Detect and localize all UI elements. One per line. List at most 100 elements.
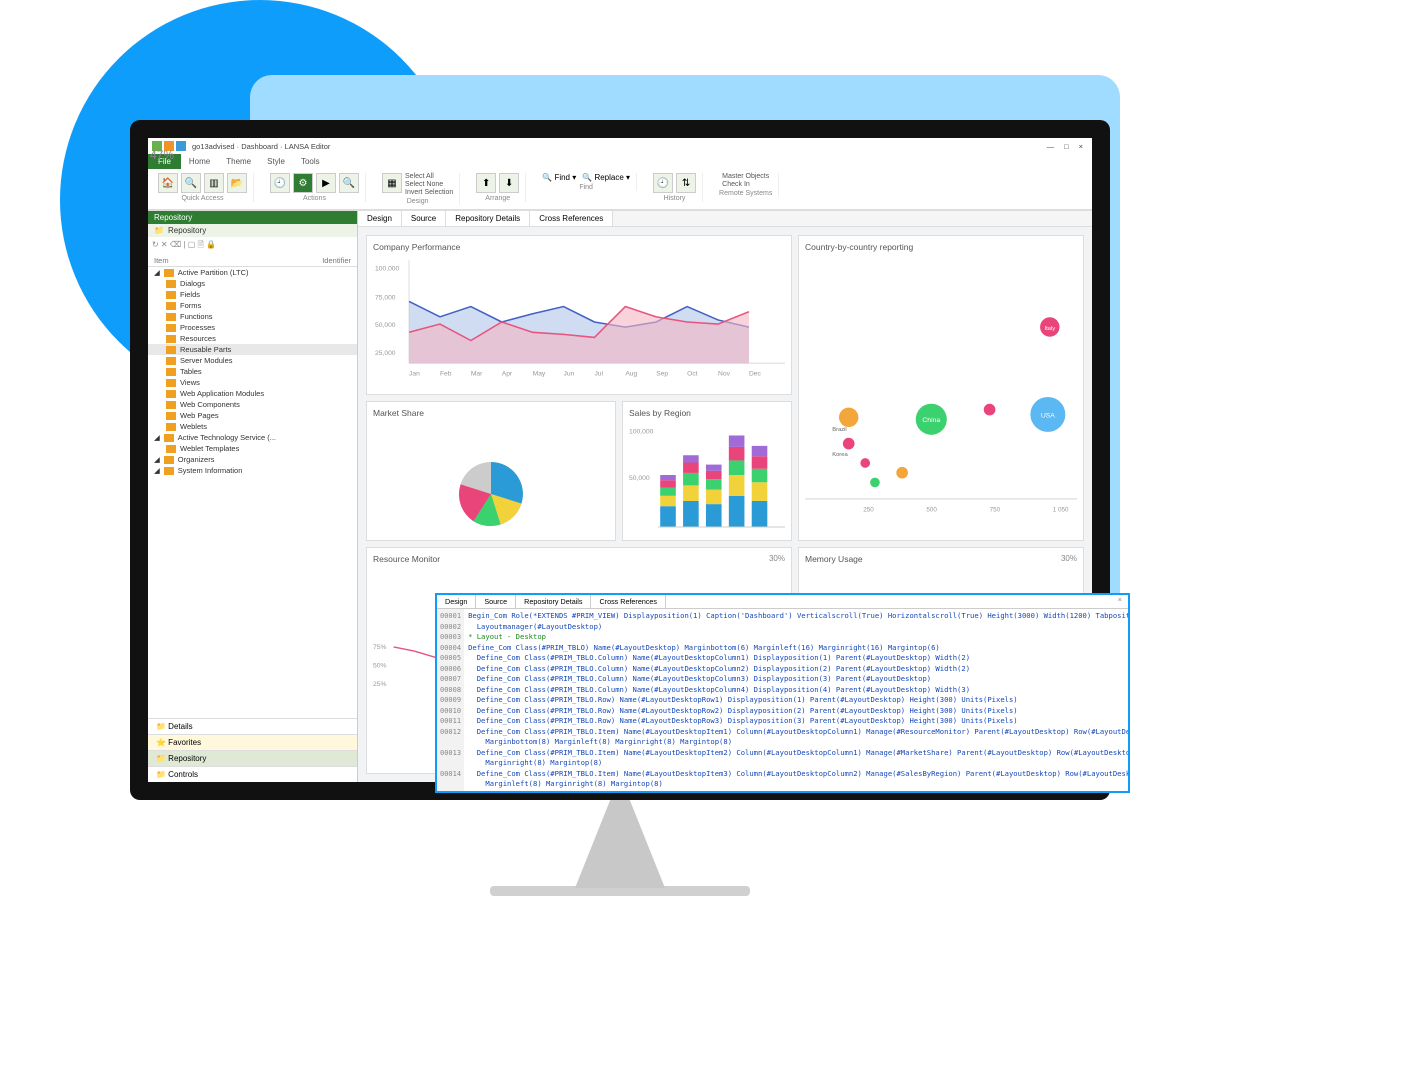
window-title: go13advised · Dashboard · LANSA Editor bbox=[192, 142, 330, 151]
sidebar-tab-controls[interactable]: 📁 Controls bbox=[148, 766, 357, 782]
replace-button[interactable]: 🔍 Replace ▾ bbox=[582, 173, 630, 182]
card-market-share[interactable]: Market Share 47% bbox=[366, 401, 616, 541]
backward-icon[interactable]: ⬇ bbox=[499, 173, 519, 193]
tree-node[interactable]: Weblets bbox=[148, 421, 357, 432]
source-code-popup[interactable]: DesignSourceRepository DetailsCross Refe… bbox=[435, 593, 1130, 793]
svg-text:Jul: Jul bbox=[594, 371, 603, 378]
tree-node[interactable]: Functions bbox=[148, 311, 357, 322]
source-tab-cross-references[interactable]: Cross References bbox=[591, 595, 666, 608]
run-icon[interactable]: ▶ bbox=[316, 173, 336, 193]
source-tab-source[interactable]: Source bbox=[476, 595, 516, 608]
card-title: Company Performance bbox=[373, 242, 785, 252]
invert-selection[interactable]: Invert Selection bbox=[405, 189, 453, 196]
tree-node[interactable]: Fields bbox=[148, 289, 357, 300]
tree-node[interactable]: Reusable Parts bbox=[148, 344, 357, 355]
svg-text:250: 250 bbox=[863, 507, 874, 514]
card-sales-by-region[interactable]: Sales by Region 100,00050,000 bbox=[622, 401, 792, 541]
group-arrange: Arrange bbox=[485, 195, 510, 202]
menu-tab-home[interactable]: Home bbox=[181, 154, 218, 169]
open-icon[interactable]: 📂 bbox=[227, 173, 247, 193]
svg-text:Jan: Jan bbox=[409, 371, 420, 378]
tree-node[interactable]: ◢ Active Technology Service (... bbox=[148, 432, 357, 443]
group-design: Design bbox=[407, 198, 429, 205]
sidebar-tab-details[interactable]: 📁 Details bbox=[148, 718, 357, 734]
tree-node[interactable]: ◢ Active Partition (LTC) bbox=[148, 267, 357, 278]
tree-node[interactable]: Views bbox=[148, 377, 357, 388]
source-tab-repository-details[interactable]: Repository Details bbox=[516, 595, 591, 608]
svg-text:Korea: Korea bbox=[832, 452, 848, 458]
col-item: Item bbox=[154, 256, 322, 265]
group-find: Find bbox=[579, 184, 593, 191]
tabs-icon[interactable]: ▥ bbox=[204, 173, 224, 193]
tree-node[interactable]: Web Pages bbox=[148, 410, 357, 421]
main-tab-source[interactable]: Source bbox=[402, 211, 446, 226]
card-company-performance[interactable]: Company Performance 100,00075,00050,0002… bbox=[366, 235, 792, 395]
svg-text:75,000: 75,000 bbox=[375, 294, 396, 301]
forward-icon[interactable]: ⬆ bbox=[476, 173, 496, 193]
group-actions: Actions bbox=[303, 195, 326, 202]
history-icon[interactable]: 🕘 bbox=[270, 173, 290, 193]
menu-tabs: FileHomeThemeStyleTools bbox=[148, 154, 1092, 169]
menu-tab-theme[interactable]: Theme bbox=[218, 154, 259, 169]
select-none[interactable]: Select None bbox=[405, 181, 453, 188]
check-in[interactable]: Check In bbox=[722, 181, 769, 188]
svg-text:100,000: 100,000 bbox=[629, 428, 654, 435]
svg-text:75%: 75% bbox=[373, 644, 386, 651]
tree-node[interactable]: Processes bbox=[148, 322, 357, 333]
home-icon[interactable]: 🏠 bbox=[158, 173, 178, 193]
tree-node[interactable]: Resources bbox=[148, 333, 357, 344]
tree-node[interactable]: ◢ Organizers bbox=[148, 454, 357, 465]
maximize-button[interactable]: □ bbox=[1059, 142, 1074, 151]
tree-node[interactable]: Dialogs bbox=[148, 278, 357, 289]
menu-tab-tools[interactable]: Tools bbox=[293, 154, 328, 169]
group-history: History bbox=[664, 195, 686, 202]
tree-node[interactable]: ◢ System Information bbox=[148, 465, 357, 476]
ribbon: 🏠 🔍 ▥ 📂 Quick Access 🕘 ⚙ ▶ 🔍 Actions ▦ S… bbox=[148, 169, 1092, 210]
sidebar-toolbar[interactable]: ↻ ✕ ⌫ | ▢ 🗎 🔒 bbox=[148, 237, 357, 255]
tree-node[interactable]: Web Application Modules bbox=[148, 388, 357, 399]
menu-tab-style[interactable]: Style bbox=[259, 154, 293, 169]
svg-text:Apr: Apr bbox=[502, 371, 513, 378]
main-tab-repository-details[interactable]: Repository Details bbox=[446, 211, 530, 226]
main-tab-design[interactable]: Design bbox=[358, 211, 402, 226]
find-button[interactable]: 🔍 Find ▾ bbox=[542, 173, 576, 182]
svg-text:May: May bbox=[533, 371, 546, 378]
svg-text:100,000: 100,000 bbox=[375, 266, 399, 273]
svg-text:Brazil: Brazil bbox=[832, 427, 847, 433]
card-country-reporting[interactable]: Country-by-country reporting China USA I… bbox=[798, 235, 1084, 541]
svg-text:Mar: Mar bbox=[471, 371, 483, 378]
repository-tree: ◢ Active Partition (LTC)DialogsFieldsFor… bbox=[148, 267, 357, 718]
find-icon[interactable]: 🔍 bbox=[181, 173, 201, 193]
card-title: Market Share bbox=[373, 408, 609, 418]
logo-icon[interactable]: ▦ bbox=[382, 173, 402, 193]
group-remote: Remote Systems bbox=[719, 190, 772, 197]
select-all[interactable]: Select All bbox=[405, 173, 453, 180]
tree-node[interactable]: Server Modules bbox=[148, 355, 357, 366]
sidebar-header: Repository bbox=[148, 211, 357, 224]
svg-text:750: 750 bbox=[990, 507, 1001, 514]
close-button[interactable]: × bbox=[1074, 142, 1088, 151]
tree-node[interactable]: Tables bbox=[148, 366, 357, 377]
card-title: Sales by Region bbox=[629, 408, 785, 418]
svg-text:1 050: 1 050 bbox=[1053, 507, 1069, 514]
source-tab-design[interactable]: Design bbox=[437, 595, 476, 608]
compile-button[interactable]: ⚙ bbox=[293, 173, 313, 193]
tree-node[interactable]: Weblet Templates bbox=[148, 443, 357, 454]
master-objects[interactable]: Master Objects bbox=[722, 173, 769, 180]
history2-icon[interactable]: 🕘 bbox=[653, 173, 673, 193]
minimize-button[interactable]: — bbox=[1042, 142, 1060, 151]
sidebar-tab-favorites[interactable]: ⭐ Favorites bbox=[148, 734, 357, 750]
monitor-stand bbox=[490, 798, 750, 858]
main-tab-cross-references[interactable]: Cross References bbox=[530, 211, 613, 226]
svg-text:500: 500 bbox=[926, 507, 937, 514]
card-title: Resource Monitor bbox=[373, 554, 440, 564]
sort-icon[interactable]: ⇅ bbox=[676, 173, 696, 193]
svg-text:Dec: Dec bbox=[749, 371, 762, 378]
sidebar-tab-repository[interactable]: 📁 Repository bbox=[148, 750, 357, 766]
filter-icon[interactable]: 🔍 bbox=[339, 173, 359, 193]
tree-node[interactable]: Forms bbox=[148, 300, 357, 311]
close-icon[interactable]: × bbox=[1112, 595, 1128, 608]
svg-text:Aug: Aug bbox=[625, 371, 637, 378]
tree-node[interactable]: Web Components bbox=[148, 399, 357, 410]
main-tabs: DesignSourceRepository DetailsCross Refe… bbox=[358, 211, 1092, 227]
